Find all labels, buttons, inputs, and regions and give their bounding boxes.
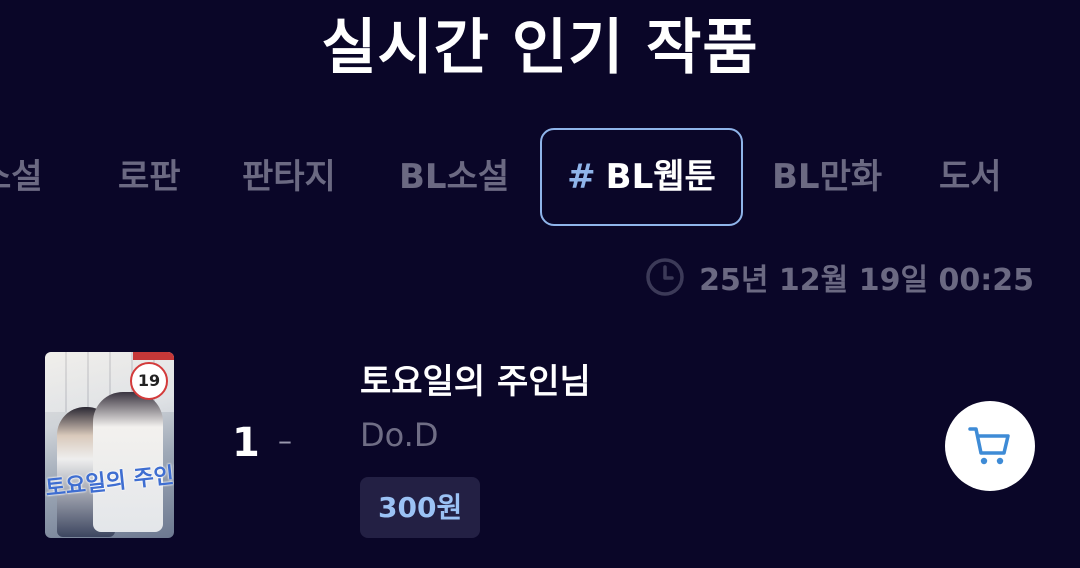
tab-romance-fantasy[interactable]: 로판 bbox=[118, 128, 181, 226]
work-title[interactable]: 토요일의 주인님 bbox=[360, 354, 591, 403]
clock-icon bbox=[646, 258, 684, 296]
tab-novel[interactable]: 소설 bbox=[0, 128, 43, 226]
tab-books[interactable]: 도서 bbox=[939, 128, 1002, 226]
rank-number: 1 bbox=[232, 420, 260, 466]
tab-bl-webtoon[interactable]: # BL웹툰 bbox=[540, 128, 743, 226]
category-tabs: 소설 로판 판타지 BL소설 #BL웹툰 BL만화 도서 bbox=[0, 128, 1080, 226]
cover-tag bbox=[133, 352, 174, 360]
work-author: Do.D bbox=[360, 416, 439, 454]
ranking-item[interactable]: 토요일의 주인님 19 1 – 토요일의 주인님 Do.D 300원 bbox=[0, 352, 1080, 542]
rank-change: – bbox=[278, 424, 292, 457]
updated-time: 25년 12월 19일 00:25 bbox=[645, 254, 1034, 300]
cart-icon bbox=[968, 427, 1010, 465]
tab-bl-webtoon-label: BL웹툰 bbox=[605, 157, 716, 197]
age-rating-badge: 19 bbox=[130, 362, 168, 400]
cover-image[interactable]: 토요일의 주인님 19 bbox=[45, 352, 174, 538]
updated-timestamp: 25년 12월 19일 00:25 bbox=[699, 263, 1034, 298]
tab-fantasy[interactable]: 판타지 bbox=[242, 128, 336, 226]
price-badge: 300원 bbox=[360, 477, 481, 538]
hash-icon: # bbox=[567, 157, 596, 197]
tab-novel-clip[interactable]: 소설 bbox=[0, 128, 60, 226]
tab-bl-manga[interactable]: BL만화 bbox=[772, 128, 882, 226]
page-title: 실시간 인기 작품 bbox=[321, 13, 759, 83]
cart-button[interactable] bbox=[945, 401, 1035, 491]
tab-bl-novel[interactable]: BL소설 bbox=[399, 128, 509, 226]
